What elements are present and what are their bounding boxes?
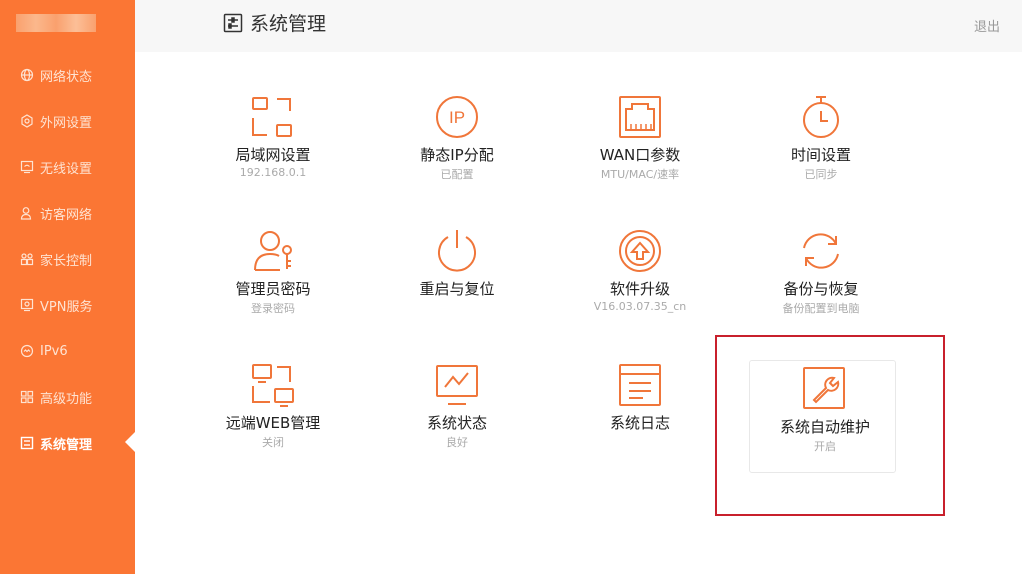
tile-time-settings[interactable]: 时间设置 已同步 — [746, 94, 896, 206]
sidebar-item-advanced[interactable]: 高级功能 — [0, 382, 135, 412]
system-icon — [19, 435, 35, 451]
brand-logo — [16, 14, 96, 32]
tile-label: 管理员密码 — [235, 280, 311, 298]
lan-icon — [252, 97, 292, 137]
sidebar-item-system-management[interactable]: 系统管理 — [0, 428, 135, 458]
svg-text:IP: IP — [449, 108, 465, 127]
tile-sub: 备份配置到电脑 — [782, 302, 860, 315]
port-icon — [619, 96, 661, 138]
tile-label: 软件升级 — [609, 280, 670, 298]
sync-icon — [803, 233, 839, 269]
tile-label: 局域网设置 — [235, 146, 311, 164]
tile-label: WAN口参数 — [599, 146, 681, 164]
tile-remote-web[interactable]: 远端WEB管理 关闭 — [198, 362, 348, 474]
tile-wan-params[interactable]: WAN口参数 MTU/MAC/速率 — [565, 94, 715, 206]
sidebar-item-label: 无线设置 — [40, 161, 93, 177]
tile-label: 远端WEB管理 — [225, 414, 321, 432]
sidebar-item-wireless-settings[interactable]: 无线设置 — [0, 152, 135, 182]
sidebar-item-network-status[interactable]: 网络状态 — [0, 60, 135, 90]
globe-icon — [19, 67, 35, 83]
admin-key-icon — [254, 231, 292, 271]
tile-label: 时间设置 — [790, 146, 851, 164]
grid-icon — [19, 389, 35, 405]
guest-icon — [19, 205, 35, 221]
highlight-annotation — [715, 335, 945, 516]
system-icon — [223, 13, 243, 32]
tile-system-status[interactable]: 系统状态 良好 — [382, 362, 532, 474]
tile-admin-password[interactable]: 管理员密码 登录密码 — [198, 228, 348, 340]
gear-icon — [19, 113, 35, 129]
tile-sub: 已配置 — [440, 168, 474, 181]
sidebar-item-label: 高级功能 — [40, 391, 93, 407]
sidebar-item-label: VPN服务 — [40, 299, 93, 315]
tile-label: 重启与复位 — [419, 280, 495, 298]
tile-software-upgrade[interactable]: 软件升级 V16.03.07.35_cn — [565, 228, 715, 340]
sidebar: 网络状态 外网设置 无线设置 访客网络 家长控制 VPN服务 IPv6 高级功能… — [0, 0, 135, 574]
ipv6-icon — [19, 343, 35, 359]
tile-sub: 192.168.0.1 — [239, 166, 307, 179]
tile-sub: 已同步 — [804, 168, 838, 181]
page-title: 系统管理 — [250, 13, 327, 35]
header: 系统管理 退出 — [135, 0, 1022, 52]
monitor-icon — [436, 365, 478, 405]
sidebar-item-wan-settings[interactable]: 外网设置 — [0, 106, 135, 136]
logout-button[interactable]: 退出 — [974, 16, 1000, 35]
tile-sub: 良好 — [446, 436, 468, 449]
vpn-icon — [19, 297, 35, 313]
tile-label: 备份与恢复 — [783, 280, 859, 298]
tile-system-log[interactable]: 系统日志 — [565, 362, 715, 474]
sidebar-item-label: 家长控制 — [40, 253, 93, 269]
tile-backup-restore[interactable]: 备份与恢复 备份配置到电脑 — [746, 228, 896, 340]
tile-lan-settings[interactable]: 局域网设置 192.168.0.1 — [198, 94, 348, 206]
family-icon — [19, 251, 35, 267]
tile-label: 系统日志 — [609, 414, 670, 432]
remote-web-icon — [252, 364, 294, 407]
power-icon — [438, 230, 476, 272]
tile-sub: 登录密码 — [251, 302, 295, 315]
tile-sub: V16.03.07.35_cn — [593, 300, 687, 313]
sidebar-item-guest-network[interactable]: 访客网络 — [0, 198, 135, 228]
sidebar-item-label: 访客网络 — [40, 207, 93, 223]
active-indicator — [125, 432, 135, 452]
sidebar-item-ipv6[interactable]: IPv6 — [0, 336, 135, 366]
sidebar-item-label: 系统管理 — [40, 437, 93, 453]
tile-label: 静态IP分配 — [420, 146, 494, 164]
sidebar-item-parental-control[interactable]: 家长控制 — [0, 244, 135, 274]
log-icon — [619, 364, 661, 406]
clock-icon — [803, 96, 839, 138]
ip-icon: IP — [436, 96, 478, 138]
tile-label: 系统状态 — [426, 414, 487, 432]
sidebar-item-label: IPv6 — [40, 343, 68, 359]
tile-static-ip[interactable]: IP 静态IP分配 已配置 — [382, 94, 532, 206]
tile-sub: 关闭 — [262, 436, 284, 449]
wifi-icon — [19, 159, 35, 175]
upgrade-icon — [619, 230, 661, 272]
sidebar-item-label: 网络状态 — [40, 69, 93, 85]
tile-sub: MTU/MAC/速率 — [600, 168, 680, 181]
sidebar-item-vpn-service[interactable]: VPN服务 — [0, 290, 135, 320]
sidebar-item-label: 外网设置 — [40, 115, 93, 131]
tile-reboot-reset[interactable]: 重启与复位 — [382, 228, 532, 340]
page-title-group: 系统管理 — [223, 9, 326, 36]
